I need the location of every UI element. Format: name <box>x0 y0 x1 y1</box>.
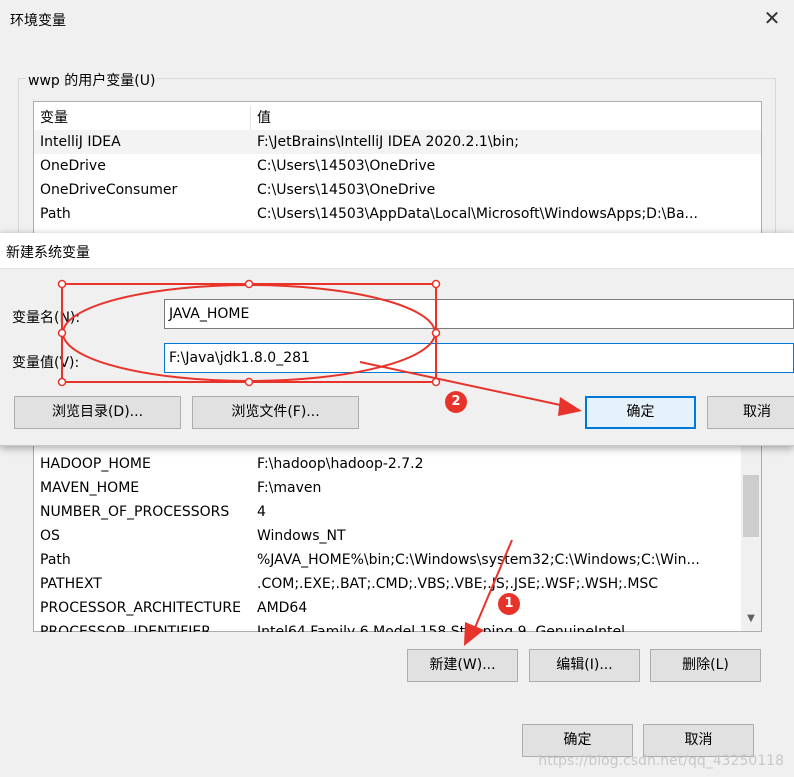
table-row[interactable]: PROCESSOR_IDENTIFIER Intel64 Family 6 Mo… <box>34 620 761 632</box>
edit-button[interactable]: 编辑(I)... <box>529 649 640 682</box>
table-row[interactable]: Path C:\Users\14503\AppData\Local\Micros… <box>34 202 761 226</box>
watermark: https://blog.csdn.net/qq_43250118 <box>538 753 784 769</box>
column-header-name[interactable]: 变量 <box>40 106 250 130</box>
table-row[interactable]: NUMBER_OF_PROCESSORS 4 <box>34 500 761 524</box>
dialog-titlebar <box>0 233 794 269</box>
delete-button[interactable]: 删除(L) <box>650 649 761 682</box>
table-row[interactable]: PROCESSOR_ARCHITECTURE AMD64 <box>34 596 761 620</box>
step-1-label: 1 <box>504 596 514 611</box>
dialog-title: 新建系统变量 <box>6 245 90 261</box>
column-header-value[interactable]: 值 <box>257 106 737 130</box>
browse-directory-button[interactable]: 浏览目录(D)... <box>14 396 181 429</box>
scrollbar-thumb[interactable] <box>743 475 759 537</box>
table-row[interactable]: HADOOP_HOME F:\hadoop\hadoop-2.7.2 <box>34 452 761 476</box>
user-vars-label: wwp 的用户变量(U) <box>26 70 158 90</box>
dialog-cancel-button[interactable]: 取消 <box>707 396 794 429</box>
table-row[interactable]: OneDriveConsumer C:\Users\14503\OneDrive <box>34 178 761 202</box>
table-row[interactable]: Path %JAVA_HOME%\bin;C:\Windows\system32… <box>34 548 761 572</box>
variable-value-label: 变量值(V): <box>12 355 80 371</box>
window-title: 环境变量 <box>10 13 66 29</box>
variable-value-input[interactable]: F:\Java\jdk1.8.0_281 <box>164 343 794 373</box>
table-row[interactable]: IntelliJ IDEA F:\JetBrains\IntelliJ IDEA… <box>34 130 761 154</box>
dialog-ok-button[interactable]: 确定 <box>585 396 696 429</box>
variable-name-input[interactable]: JAVA_HOME <box>164 299 794 329</box>
user-vars-list[interactable]: 变量 值 IntelliJ IDEA F:\JetBrains\IntelliJ… <box>33 101 762 241</box>
list-header: 变量 值 <box>34 106 761 131</box>
new-system-variable-dialog: 新建系统变量 变量名(N): JAVA_HOME 变量值(V): F:\Java… <box>0 233 794 446</box>
variable-name-label: 变量名(N): <box>12 310 81 326</box>
system-vars-list[interactable]: HADOOP_HOME F:\hadoop\hadoop-2.7.2 MAVEN… <box>33 440 762 632</box>
scroll-down-icon[interactable]: ▼ <box>741 613 761 629</box>
step-2-label: 2 <box>451 394 461 409</box>
vertical-scrollbar[interactable]: ▼ <box>741 441 761 631</box>
table-row[interactable]: PATHEXT .COM;.EXE;.BAT;.CMD;.VBS;.VBE;.J… <box>34 572 761 596</box>
close-icon[interactable]: ✕ <box>760 6 784 30</box>
table-row[interactable]: MAVEN_HOME F:\maven <box>34 476 761 500</box>
new-button[interactable]: 新建(W)... <box>407 649 518 682</box>
browse-file-button[interactable]: 浏览文件(F)... <box>192 396 359 429</box>
table-row[interactable]: OneDrive C:\Users\14503\OneDrive <box>34 154 761 178</box>
table-row[interactable]: OS Windows_NT <box>34 524 761 548</box>
